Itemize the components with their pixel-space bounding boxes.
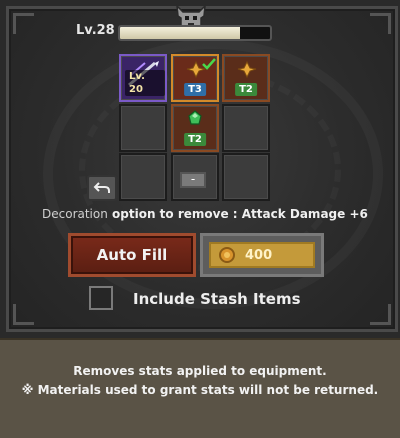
equipment-slot-3[interactable]: T2 — [222, 54, 270, 102]
info-text: option to remove : Attack Damage +6 — [107, 207, 368, 221]
gem-slot[interactable]: T2 — [171, 104, 219, 152]
back-button[interactable] — [87, 175, 117, 201]
include-stash-label[interactable]: Include Stash Items — [133, 290, 301, 308]
emerald-gem-icon — [188, 110, 202, 125]
remove-button[interactable]: - — [180, 172, 206, 188]
gold-coin-icon — [219, 247, 235, 263]
equipment-slot-weapon[interactable]: Lv. 20 — [119, 54, 167, 102]
player-level: Lv.28 — [76, 23, 115, 38]
empty-slot[interactable] — [119, 104, 167, 152]
info-prefix: Decoration — [42, 207, 108, 221]
empty-slot[interactable] — [222, 153, 270, 201]
footer-line-1: Removes stats applied to equipment. — [73, 364, 327, 378]
decoration-info: Decoration option to remove : Attack Dam… — [42, 207, 368, 221]
empty-slot[interactable] — [222, 104, 270, 152]
empty-slot[interactable] — [119, 153, 167, 201]
frame-corner — [13, 304, 34, 325]
frame-corner — [370, 304, 391, 325]
checkmark-icon — [202, 58, 216, 70]
xp-bar-fill — [120, 27, 240, 39]
confirm-cost-button[interactable]: 400 — [200, 233, 324, 277]
tier-tag: T3 — [184, 83, 206, 96]
auto-fill-button[interactable]: Auto Fill — [68, 233, 196, 277]
cost-field: 400 — [209, 242, 315, 268]
equipment-slot-selected[interactable]: T3 — [171, 54, 219, 102]
footer-line-2: ※ Materials used to grant stats will not… — [21, 383, 379, 397]
tier-tag: T2 — [184, 133, 206, 146]
include-stash-checkbox[interactable] — [89, 286, 113, 310]
undo-arrow-icon — [93, 182, 110, 193]
item-level-tag: Lv. 20 — [125, 70, 165, 96]
frame-corner — [370, 13, 391, 34]
frame-corner — [13, 13, 34, 34]
cost-value: 400 — [245, 247, 273, 263]
sword-cross-icon — [237, 61, 257, 79]
xp-bar — [118, 25, 272, 41]
decoration-panel: Lv.28 Lv. 20 T3 T2 T2 - Decoration optio… — [0, 0, 400, 438]
tier-tag: T2 — [235, 83, 257, 96]
